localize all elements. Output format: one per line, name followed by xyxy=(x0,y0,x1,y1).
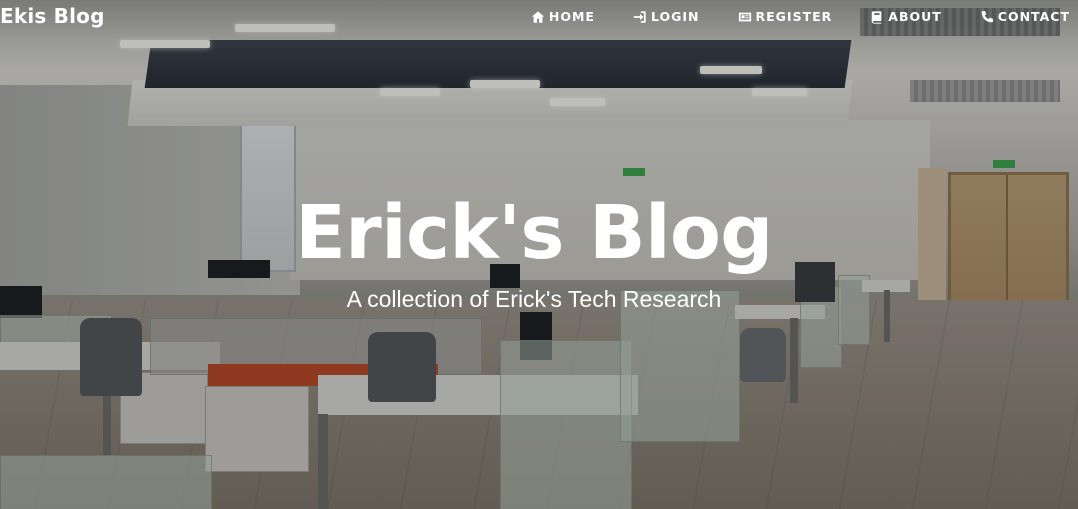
main-nav: HOME LOGIN REGISTER ABOUT CONTACT xyxy=(493,9,1070,24)
page-title: Erick's Blog xyxy=(295,190,773,276)
nav-home-label: HOME xyxy=(548,9,595,24)
site-heading: Erick's Blog A collection of Erick's Tec… xyxy=(0,185,1068,313)
home-icon xyxy=(531,10,545,23)
brand-link[interactable]: Ekis Blog xyxy=(0,4,105,28)
book-icon xyxy=(872,10,882,24)
phone-icon xyxy=(981,10,993,22)
nav-about-label: ABOUT xyxy=(888,9,942,24)
nav-contact[interactable]: CONTACT xyxy=(980,9,1070,24)
page-subtitle: A collection of Erick's Tech Research xyxy=(346,286,722,312)
nav-register-label: REGISTER xyxy=(755,9,833,24)
nav-home[interactable]: HOME xyxy=(531,9,595,24)
id-card-icon xyxy=(738,12,751,21)
nav-login[interactable]: LOGIN xyxy=(633,9,700,24)
hero-header: Ekis Blog HOME LOGIN REGISTER ABOUT CONT… xyxy=(0,0,1078,509)
nav-contact-label: CONTACT xyxy=(997,9,1070,24)
nav-login-label: LOGIN xyxy=(650,9,700,24)
sign-in-icon xyxy=(633,10,646,23)
nav-register[interactable]: REGISTER xyxy=(738,9,833,24)
nav-about[interactable]: ABOUT xyxy=(870,9,942,24)
